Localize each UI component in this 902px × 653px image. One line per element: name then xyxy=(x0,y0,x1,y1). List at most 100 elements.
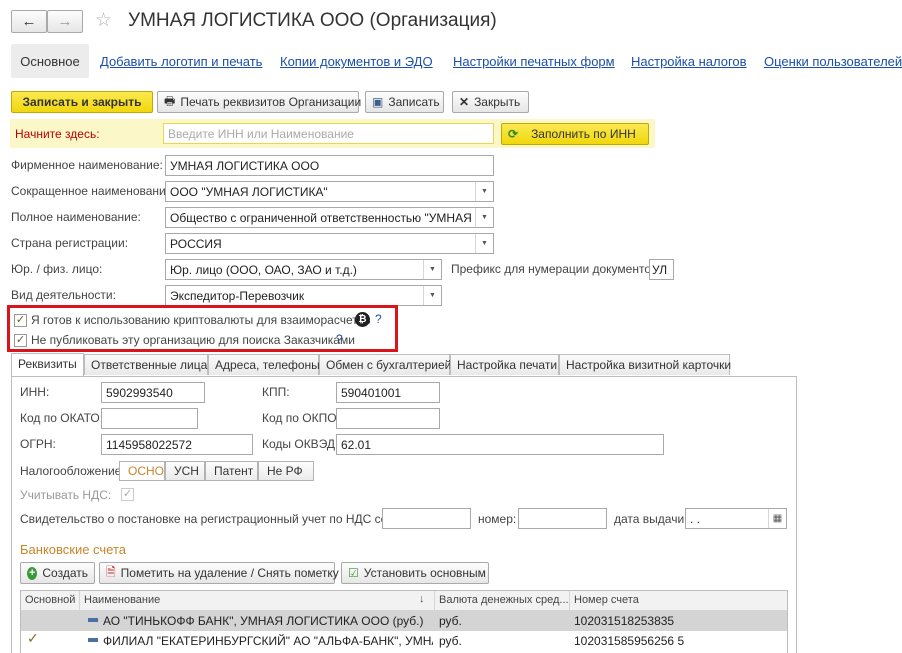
vat-checkbox[interactable]: ✓ xyxy=(121,488,134,501)
entity-label: Юр. / физ. лицо: xyxy=(11,262,103,276)
arrow-left-icon: ← xyxy=(21,13,37,30)
chevron-down-icon[interactable]: ▼ xyxy=(475,182,493,201)
tab-requisites[interactable]: Реквизиты xyxy=(11,353,84,376)
kpp-label: КПП: xyxy=(262,385,290,399)
tab-print-settings[interactable]: Настройка печати xyxy=(450,354,559,375)
set-main-button[interactable]: ☑ Установить основным xyxy=(341,562,489,584)
fill-by-inn-button[interactable]: ⟳ Заполнить по ИНН xyxy=(501,123,649,145)
print-requisites-label: Печать реквизитов Организации xyxy=(180,95,362,109)
cert-number-label: номер: xyxy=(478,512,517,526)
entity-value: Юр. лицо (ООО, ОАО, ЗАО и т.д.) xyxy=(170,263,357,277)
cert-date-value: . . xyxy=(690,512,701,526)
chevron-down-icon[interactable]: ▼ xyxy=(423,260,441,279)
inn-search-placeholder: Введите ИНН или Наименование xyxy=(168,127,354,141)
create-account-button[interactable]: + Создать xyxy=(20,562,95,584)
ogrn-field[interactable]: 1145958022572 xyxy=(101,434,253,455)
firm-name-field[interactable]: УМНАЯ ЛОГИСТИКА ООО xyxy=(165,155,494,176)
forward-button[interactable]: → xyxy=(47,10,83,33)
full-name-field[interactable]: Общество с ограниченной ответственностью… xyxy=(165,207,494,228)
crypto-label: Я готов к использованию криптовалюты для… xyxy=(31,313,371,327)
tax-option-non-rf[interactable]: Не РФ xyxy=(258,461,314,481)
full-name-value: Общество с ограниченной ответственностью… xyxy=(170,211,493,225)
inn-label: ИНН: xyxy=(20,385,50,399)
entity-field[interactable]: Юр. лицо (ООО, ОАО, ЗАО и т.д.) ▼ xyxy=(165,259,442,280)
nav-tab-taxes[interactable]: Настройка налогов xyxy=(631,54,747,69)
chevron-down-icon[interactable]: ▼ xyxy=(475,234,493,253)
hide-org-checkbox[interactable]: ✓ xyxy=(14,334,27,347)
arrow-right-icon: → xyxy=(57,13,73,30)
star-icon[interactable]: ☆ xyxy=(95,9,112,32)
chevron-down-icon[interactable]: ▼ xyxy=(475,208,493,227)
cert-label: Свидетельство о постановке на регистраци… xyxy=(20,512,411,526)
row-account: 102031518253835 xyxy=(574,614,675,628)
mark-delete-label: Пометить на удаление / Снять пометку xyxy=(120,566,339,580)
inn-field[interactable]: 5902993540 xyxy=(101,382,205,403)
back-button[interactable]: ← xyxy=(11,10,47,33)
hide-org-help-link[interactable]: ? xyxy=(336,332,343,346)
chevron-down-icon[interactable]: ▼ xyxy=(423,286,441,305)
bank-section-title: Банковские счета xyxy=(20,542,127,557)
nav-tab-main[interactable]: Основное xyxy=(11,44,89,78)
tab-business-card[interactable]: Настройка визитной карточки xyxy=(559,354,731,375)
prefix-field[interactable]: УЛ xyxy=(649,259,674,280)
check-icon: ✓ xyxy=(15,314,26,326)
column-main[interactable]: Основной xyxy=(21,591,80,611)
sort-down-icon: ↓ xyxy=(419,593,425,605)
mark-delete-button[interactable]: 🗎 Пометить на удаление / Снять пометку xyxy=(99,562,339,584)
bitcoin-icon: ₿ xyxy=(355,312,370,327)
prefix-label: Префикс для нумерации документов : xyxy=(451,262,665,276)
okpo-label: Код по ОКПО: xyxy=(262,411,340,425)
calendar-icon[interactable]: ▦ xyxy=(768,509,786,528)
cert-date-field[interactable]: . . ▦ xyxy=(685,508,787,529)
ogrn-label: ОГРН: xyxy=(20,437,56,451)
row-name: ФИЛИАЛ "ЕКАТЕРИНБУРГСКИЙ" АО "АЛЬФА-БАНК… xyxy=(103,634,433,648)
row-currency: руб. xyxy=(439,614,462,628)
floppy-icon: ▣ xyxy=(372,95,384,109)
short-name-label: Сокращенное наименование: xyxy=(11,184,176,198)
check-icon: ✓ xyxy=(15,334,26,346)
cert-number-field[interactable] xyxy=(518,508,607,529)
kpp-field[interactable]: 590401001 xyxy=(336,382,440,403)
country-value: РОССИЯ xyxy=(170,237,222,251)
crypto-help-link[interactable]: ? xyxy=(375,312,382,326)
delete-mark-icon: 🗎 xyxy=(106,564,116,579)
country-field[interactable]: РОССИЯ ▼ xyxy=(165,233,494,254)
tab-accounting[interactable]: Обмен с бухгалтерией xyxy=(319,354,451,375)
tab-responsible[interactable]: Ответственные лица xyxy=(84,354,208,375)
okved-field[interactable]: 62.01 xyxy=(336,434,664,455)
vat-label: Учитывать НДС: xyxy=(20,488,112,502)
close-icon: ✕ xyxy=(459,95,470,109)
crypto-checkbox[interactable]: ✓ xyxy=(14,314,27,327)
start-label: Начните здесь: xyxy=(15,127,100,141)
nav-tab-print-settings[interactable]: Настройки печатных форм xyxy=(453,54,615,69)
short-name-field[interactable]: ООО "УМНАЯ ЛОГИСТИКА" ▼ xyxy=(165,181,494,202)
close-button[interactable]: ✕ Закрыть xyxy=(452,91,529,113)
okato-label: Код по ОКАТО: xyxy=(20,411,104,425)
full-name-label: Полное наименование: xyxy=(11,210,141,224)
create-account-label: Создать xyxy=(42,566,88,580)
column-currency[interactable]: Валюта денежных сред... xyxy=(435,591,570,611)
column-account[interactable]: Номер счета xyxy=(570,591,787,611)
row-bank-icon xyxy=(88,638,98,642)
activity-label: Вид деятельности: xyxy=(11,288,116,302)
fill-by-inn-label: Заполнить по ИНН xyxy=(531,127,636,141)
tab-addresses[interactable]: Адреса, телефоны xyxy=(208,354,320,375)
tax-option-usn[interactable]: УСН xyxy=(165,461,205,481)
okato-field[interactable] xyxy=(101,408,198,429)
tax-option-patent[interactable]: Патент xyxy=(205,461,258,481)
activity-field[interactable]: Экспедитор-Перевозчик ▼ xyxy=(165,285,442,306)
cert-series-field[interactable] xyxy=(382,508,471,529)
nav-tab-logo[interactable]: Добавить логотип и печать xyxy=(100,54,262,69)
inn-search-input[interactable]: Введите ИНН или Наименование xyxy=(163,123,494,144)
column-name[interactable]: Наименование xyxy=(80,591,435,611)
tax-option-osno[interactable]: ОСНО xyxy=(119,461,165,481)
save-close-button[interactable]: Записать и закрыть xyxy=(11,91,153,113)
nav-tab-ratings[interactable]: Оценки пользователей xyxy=(764,54,902,69)
save-button[interactable]: ▣ Записать xyxy=(365,91,444,113)
set-main-label: Установить основным xyxy=(363,566,486,580)
nav-tab-copies[interactable]: Копии документов и ЭДО xyxy=(280,54,433,69)
firm-name-label: Фирменное наименование: xyxy=(11,158,163,172)
print-requisites-button[interactable]: 🖶 Печать реквизитов Организации xyxy=(157,91,362,113)
main-check-icon: ✓ xyxy=(27,630,39,646)
okpo-field[interactable] xyxy=(336,408,440,429)
